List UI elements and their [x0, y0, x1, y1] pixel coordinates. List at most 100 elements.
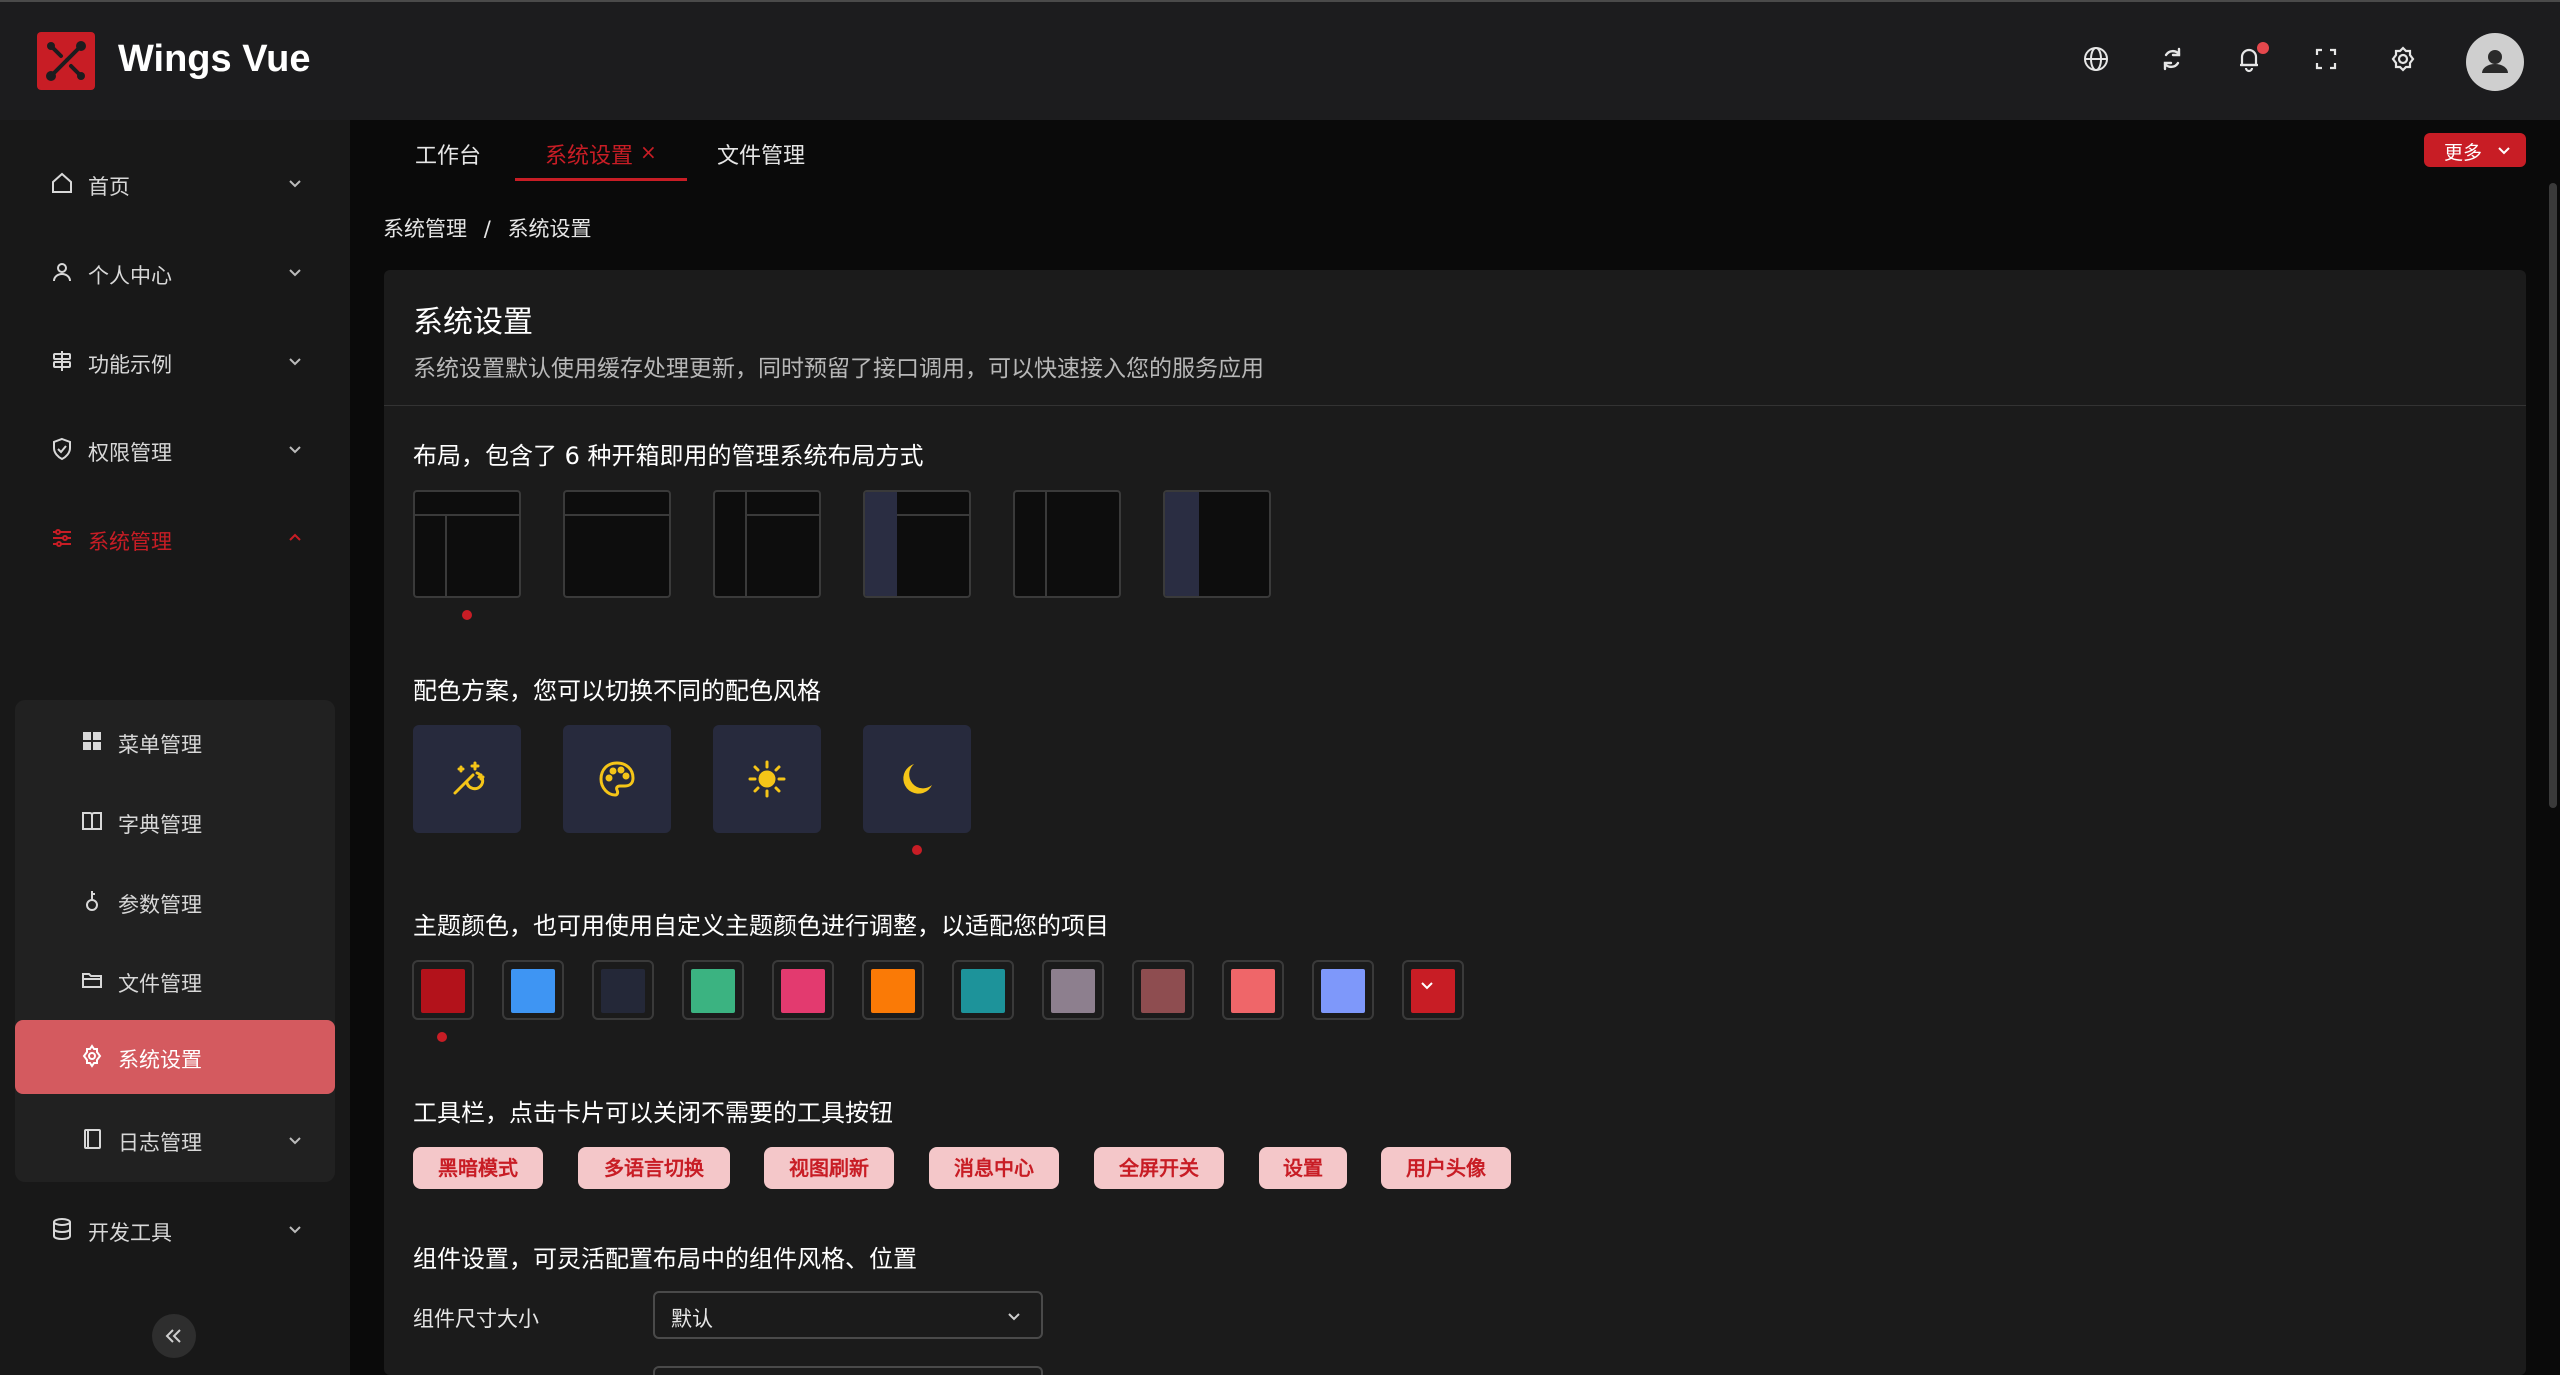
shield-icon	[50, 437, 74, 461]
collapse-sidebar-button[interactable]	[152, 1314, 196, 1358]
chevron-down-icon	[1421, 982, 1433, 990]
color-swatch-fill	[601, 969, 645, 1013]
toolbar-tag-avatar[interactable]: 用户头像	[1381, 1147, 1511, 1189]
layout-option-5[interactable]	[1013, 490, 1121, 598]
component-next-select[interactable]	[653, 1366, 1043, 1375]
color-swatch-fill	[1141, 969, 1185, 1013]
user-avatar[interactable]	[2466, 33, 2524, 91]
scheme-custom[interactable]	[563, 725, 671, 833]
sliders-icon	[50, 526, 74, 550]
custom-color-picker[interactable]	[1402, 960, 1464, 1020]
layout-selected-dot	[462, 610, 472, 620]
fullscreen-icon[interactable]	[2311, 44, 2341, 74]
sidebar-item-profile[interactable]: 个人中心	[15, 237, 335, 307]
tab-file-management[interactable]: 文件管理	[717, 138, 805, 170]
scheme-light[interactable]	[713, 725, 821, 833]
sidebar-item-label: 菜单管理	[118, 733, 202, 757]
component-size-label: 组件尺寸大小	[413, 1307, 539, 1331]
sidebar-item-label: 参数管理	[118, 893, 202, 917]
sidebar: 首页 个人中心 功能示例 权限管理 系统管理 菜单管理 字典管理 参数管理 文件…	[0, 120, 350, 1375]
more-button[interactable]: 更多	[2424, 133, 2526, 167]
color-swatch-fill	[1051, 969, 1095, 1013]
sidebar-item-menu-mgmt[interactable]: 菜单管理	[15, 705, 335, 779]
sidebar-item-label: 功能示例	[88, 353, 172, 377]
scheme-auto[interactable]	[413, 725, 521, 833]
section-title-layout: 布局，包含了 6 种开箱即用的管理系统布局方式	[413, 442, 924, 470]
color-swatch[interactable]	[772, 960, 834, 1020]
sidebar-item-system[interactable]: 系统管理	[15, 503, 335, 573]
color-swatch[interactable]	[952, 960, 1014, 1020]
top-header: Wings Vue	[0, 0, 2560, 120]
database-icon	[50, 1217, 74, 1241]
layout-option-6[interactable]	[1163, 490, 1271, 598]
chevron-down-icon	[285, 262, 305, 282]
tab-close-icon[interactable]: ×	[640, 140, 657, 164]
main-scrollbar[interactable]	[2549, 183, 2557, 808]
sidebar-item-label: 权限管理	[88, 441, 172, 465]
chevron-down-icon	[285, 439, 305, 459]
sidebar-item-dict-mgmt[interactable]: 字典管理	[15, 785, 335, 859]
submenu-system: 菜单管理 字典管理 参数管理 文件管理 系统设置 日志管理	[15, 700, 335, 1182]
toolbar-tag-dark-mode[interactable]: 黑暗模式	[413, 1147, 543, 1189]
layout-option-4[interactable]	[863, 490, 971, 598]
section-title-theme-color: 主题颜色，也可用使用自定义主题颜色进行调整，以适配您的项目	[413, 912, 1109, 940]
tabs-bar: 工作台 系统设置 × 文件管理	[350, 120, 2560, 188]
double-chevron-left-icon	[165, 1329, 181, 1343]
sidebar-item-log-mgmt[interactable]: 日志管理	[15, 1103, 335, 1177]
color-swatch[interactable]	[1042, 960, 1104, 1020]
active-tab-indicator	[515, 178, 687, 181]
layout-option-2[interactable]	[563, 490, 671, 598]
color-swatch[interactable]	[862, 960, 924, 1020]
color-swatch-fill	[421, 969, 465, 1013]
key-icon	[80, 889, 104, 913]
book-icon	[80, 809, 104, 833]
component-size-select[interactable]: 默认	[653, 1291, 1043, 1339]
toolbar-tag-fullscreen[interactable]: 全屏开关	[1094, 1147, 1224, 1189]
color-swatch-fill	[961, 969, 1005, 1013]
layout-option-3[interactable]	[713, 490, 821, 598]
scheme-dark[interactable]	[863, 725, 971, 833]
chevron-down-icon	[285, 1130, 305, 1150]
globe-icon[interactable]	[2081, 44, 2111, 74]
sidebar-item-file-mgmt[interactable]: 文件管理	[15, 944, 335, 1018]
color-swatch-fill	[1321, 969, 1365, 1013]
notification-dot	[2257, 42, 2269, 54]
layout-option-1[interactable]	[413, 490, 521, 598]
color-swatch[interactable]	[592, 960, 654, 1020]
signpost-icon	[50, 349, 74, 373]
palette-icon	[599, 761, 635, 797]
color-swatch-fill	[871, 969, 915, 1013]
color-swatch-fill	[1231, 969, 1275, 1013]
sidebar-item-home[interactable]: 首页	[15, 148, 335, 218]
breadcrumb-item[interactable]: 系统管理	[383, 217, 467, 241]
settings-icon[interactable]	[2388, 44, 2418, 74]
toolbar-tag-messages[interactable]: 消息中心	[929, 1147, 1059, 1189]
sidebar-item-examples[interactable]: 功能示例	[15, 326, 335, 396]
sidebar-item-label: 首页	[88, 175, 130, 199]
tab-workbench[interactable]: 工作台	[415, 138, 481, 170]
sidebar-item-system-settings[interactable]: 系统设置	[15, 1020, 335, 1094]
color-swatch[interactable]	[682, 960, 744, 1020]
app-logo[interactable]	[37, 32, 95, 90]
sidebar-item-param-mgmt[interactable]: 参数管理	[15, 865, 335, 939]
toolbar-tag-language[interactable]: 多语言切换	[578, 1147, 730, 1189]
app-title: Wings Vue	[118, 38, 311, 80]
refresh-icon[interactable]	[2157, 44, 2187, 74]
color-swatch[interactable]	[1132, 960, 1194, 1020]
section-title-component: 组件设置，可灵活配置布局中的组件风格、位置	[413, 1245, 917, 1273]
breadcrumb-separator: /	[483, 217, 491, 241]
chevron-down-icon	[1008, 1313, 1020, 1321]
sidebar-item-devtools[interactable]: 开发工具	[15, 1194, 335, 1264]
sidebar-item-permissions[interactable]: 权限管理	[15, 414, 335, 484]
color-swatch[interactable]	[1312, 960, 1374, 1020]
color-swatch-fill	[511, 969, 555, 1013]
tab-system-settings[interactable]: 系统设置	[545, 138, 633, 170]
toolbar-tag-settings[interactable]: 设置	[1259, 1147, 1347, 1189]
color-swatch[interactable]	[502, 960, 564, 1020]
color-swatch[interactable]	[1222, 960, 1284, 1020]
moon-icon	[903, 764, 932, 794]
color-swatch-fill	[781, 969, 825, 1013]
color-selected-dot	[437, 1032, 447, 1042]
color-swatch[interactable]	[412, 960, 474, 1020]
toolbar-tag-refresh[interactable]: 视图刷新	[764, 1147, 894, 1189]
